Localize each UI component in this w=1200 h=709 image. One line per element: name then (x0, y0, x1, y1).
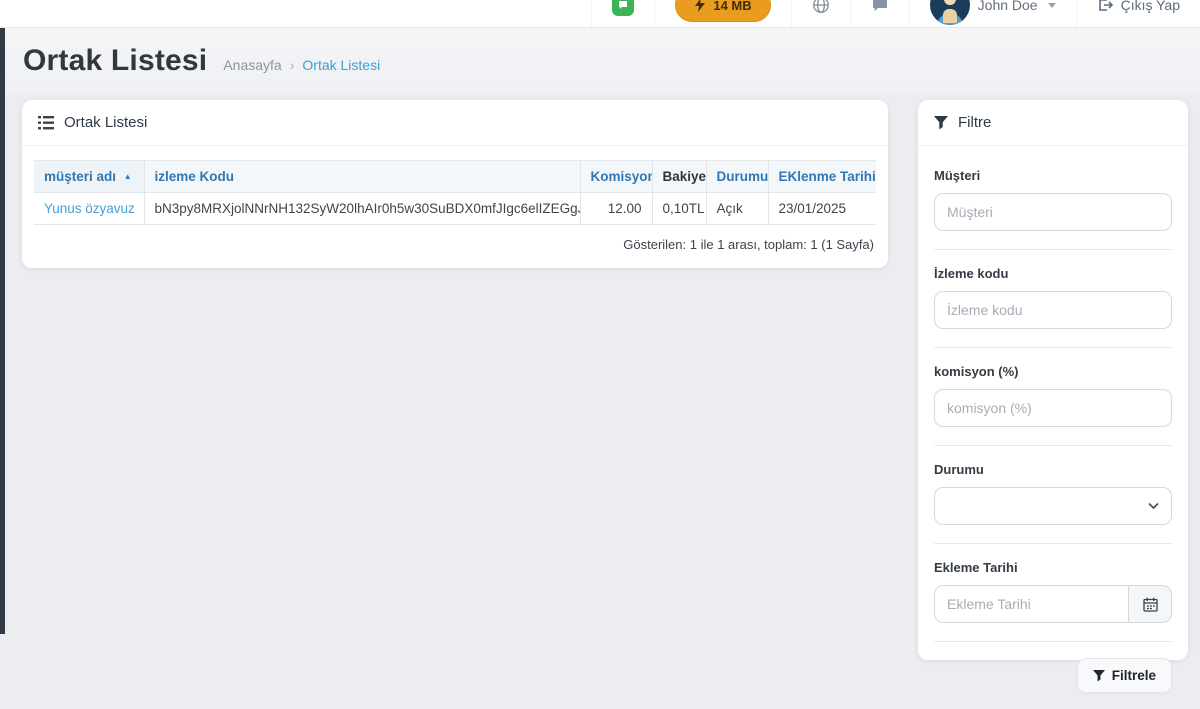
pagination-summary: Gösterilen: 1 ile 1 arası, toplam: 1 (1 … (22, 225, 888, 268)
filter-card-header: Filtre (918, 100, 1188, 146)
status-filter-select[interactable] (934, 487, 1172, 525)
divider (934, 347, 1172, 348)
table-header-row: müşteri adı ▲ izleme Kodu Komisyon Bakiy… (34, 161, 876, 193)
column-header-added-date[interactable]: EKlenme Tarihi (768, 161, 876, 193)
green-app-icon (612, 0, 634, 16)
card-title: Ortak Listesi (64, 114, 147, 131)
filter-icon (934, 116, 948, 130)
cell-commission: 12.00 (580, 193, 652, 225)
cell-customer-link[interactable]: Yunus özyavuz (34, 193, 144, 225)
messages-item[interactable] (850, 0, 909, 28)
date-filter-label: Ekleme Tarihi (934, 560, 1172, 575)
partner-list-card: Ortak Listesi müşteri adı ▲ izleme Kodu … (22, 100, 888, 268)
avatar (930, 0, 970, 25)
storage-usage-item[interactable]: 14 MB (654, 0, 790, 28)
column-header-balance[interactable]: Bakiye (652, 161, 706, 193)
globe-icon (812, 0, 830, 14)
tracking-filter-label: İzleme kodu (934, 266, 1172, 281)
storage-usage-button[interactable]: 14 MB (675, 0, 770, 22)
chat-icon (871, 0, 889, 14)
breadcrumb-home[interactable]: Anasayfa (223, 57, 281, 73)
filter-icon (1093, 670, 1105, 682)
cell-added-date: 23/01/2025 (768, 193, 876, 225)
filter-submit-label: Filtrele (1112, 668, 1156, 683)
page-title: Ortak Listesi (23, 44, 207, 78)
divider (934, 543, 1172, 544)
status-filter-label: Durumu (934, 462, 1172, 477)
logout-icon (1097, 0, 1113, 13)
partner-table: müşteri adı ▲ izleme Kodu Komisyon Bakiy… (34, 160, 876, 225)
divider (934, 249, 1172, 250)
partner-list-card-header: Ortak Listesi (22, 100, 888, 146)
date-filter-input[interactable] (934, 585, 1128, 623)
sort-asc-icon: ▲ (124, 172, 132, 181)
page-header: Ortak Listesi Anasayfa › Ortak Listesi (5, 28, 1200, 94)
breadcrumb-separator: › (290, 57, 295, 73)
cell-balance: 0,10TL (652, 193, 706, 225)
logout-button[interactable]: Çıkış Yap (1076, 0, 1200, 28)
tracking-filter-input[interactable] (934, 291, 1172, 329)
green-app-button[interactable] (591, 0, 654, 28)
list-icon (38, 116, 54, 130)
divider (934, 445, 1172, 446)
breadcrumb: Anasayfa › Ortak Listesi (223, 57, 380, 73)
divider (934, 641, 1172, 642)
user-menu[interactable]: John Doe (909, 0, 1076, 28)
table-row: Yunus özyavuz bN3py8MRXjolNNrNH132SyW20l… (34, 193, 876, 225)
cell-status: Açık (706, 193, 768, 225)
customer-filter-label: Müşteri (934, 168, 1172, 183)
language-item[interactable] (791, 0, 850, 28)
filter-submit-button[interactable]: Filtrele (1077, 658, 1172, 693)
customer-filter-input[interactable] (934, 193, 1172, 231)
column-header-tracking-code[interactable]: izleme Kodu (144, 161, 580, 193)
column-header-status[interactable]: Durumu (706, 161, 768, 193)
logout-label: Çıkış Yap (1121, 0, 1180, 13)
calendar-button[interactable] (1128, 585, 1172, 623)
chevron-down-icon (1048, 3, 1056, 8)
top-navbar: 14 MB John Doe (0, 0, 1200, 28)
storage-icon (694, 0, 706, 12)
breadcrumb-current[interactable]: Ortak Listesi (302, 57, 380, 73)
commission-filter-label: komisyon (%) (934, 364, 1172, 379)
storage-usage-label: 14 MB (713, 0, 751, 13)
filter-title: Filtre (958, 114, 991, 131)
column-header-customer[interactable]: müşteri adı ▲ (34, 161, 144, 193)
collapsed-sidebar[interactable] (0, 28, 5, 634)
cell-tracking-code: bN3py8MRXjolNNrNH132SyW20lhAIr0h5w30SuBD… (144, 193, 580, 225)
column-header-commission[interactable]: Komisyon (580, 161, 652, 193)
filter-card: Filtre Müşteri İzleme kodu komisyon (%) … (918, 100, 1188, 660)
commission-filter-input[interactable] (934, 389, 1172, 427)
user-name: John Doe (978, 0, 1038, 13)
